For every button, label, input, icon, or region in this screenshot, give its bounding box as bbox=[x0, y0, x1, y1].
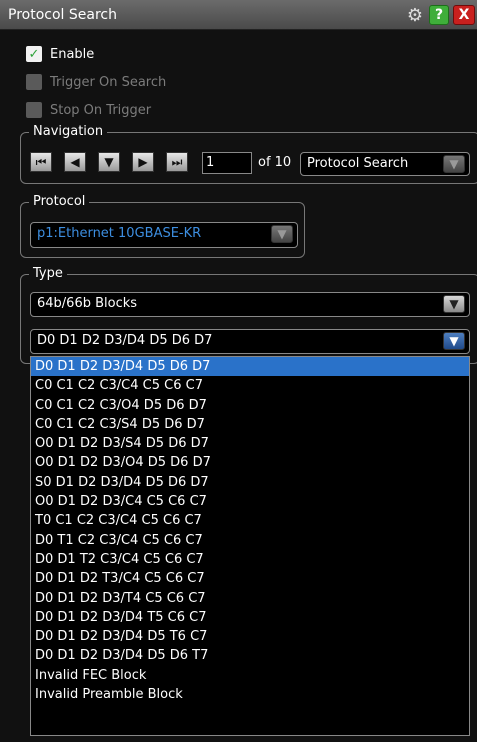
dropdown-option[interactable]: O0 D1 D2 D3/C4 C5 C6 C7 bbox=[31, 492, 469, 511]
close-button[interactable]: X bbox=[453, 5, 475, 25]
type-value: 64b/66b Blocks bbox=[37, 296, 138, 311]
help-button[interactable]: ? bbox=[429, 5, 449, 25]
stop-on-trigger-row[interactable]: Stop On Trigger bbox=[26, 100, 151, 120]
type-select[interactable]: 64b/66b Blocks ▼ bbox=[30, 292, 470, 317]
dropdown-option[interactable]: Invalid Preamble Block bbox=[31, 685, 469, 704]
dropdown-option[interactable]: D0 D1 D2 D3/D4 D5 T6 C7 bbox=[31, 627, 469, 646]
dropdown-option[interactable]: D0 D1 T2 C3/C4 C5 C6 C7 bbox=[31, 550, 469, 569]
navigation-mode-select[interactable]: Protocol Search ▼ bbox=[300, 152, 470, 176]
navigation-index-input[interactable]: 1 bbox=[202, 152, 252, 174]
block-dropdown-list[interactable]: D0 D1 D2 D3/D4 D5 D6 D7 C0 C1 C2 C3/C4 C… bbox=[30, 356, 470, 736]
dropdown-option[interactable]: Invalid FEC Block bbox=[31, 666, 469, 685]
chevron-down-icon[interactable]: ▼ bbox=[443, 295, 465, 313]
next-button[interactable]: ▶ bbox=[132, 152, 154, 172]
stop-on-trigger-checkbox[interactable] bbox=[26, 102, 42, 118]
window-title: Protocol Search bbox=[8, 7, 117, 23]
first-button[interactable]: ⏮ bbox=[30, 152, 52, 172]
chevron-down-icon[interactable]: ▼ bbox=[271, 225, 293, 243]
navigation-mode-value: Protocol Search bbox=[307, 156, 409, 171]
dropdown-option[interactable]: T0 C1 C2 C3/C4 C5 C6 C7 bbox=[31, 511, 469, 530]
dropdown-option[interactable]: O0 D1 D2 D3/O4 D5 D6 D7 bbox=[31, 453, 469, 472]
navigation-count-label: of 10 bbox=[258, 155, 292, 170]
enable-checkbox-row[interactable]: ✓ Enable bbox=[26, 44, 94, 64]
previous-button[interactable]: ◀ bbox=[64, 152, 86, 172]
protocol-value: p1:Ethernet 10GBASE-KR bbox=[37, 226, 202, 241]
block-select[interactable]: D0 D1 D2 D3/D4 D5 D6 D7 ▼ bbox=[30, 329, 470, 354]
navigation-title: Navigation bbox=[29, 124, 108, 140]
dropdown-option[interactable]: S0 D1 D2 D3/D4 D5 D6 D7 bbox=[31, 473, 469, 492]
dropdown-option[interactable]: D0 D1 D2 D3/D4 D5 D6 T7 bbox=[31, 646, 469, 665]
dropdown-option[interactable]: D0 D1 D2 T3/C4 C5 C6 C7 bbox=[31, 569, 469, 588]
chevron-down-icon[interactable]: ▼ bbox=[443, 155, 465, 173]
gear-icon[interactable]: ⚙ bbox=[405, 5, 425, 26]
dropdown-option[interactable]: D0 T1 C2 C3/C4 C5 C6 C7 bbox=[31, 531, 469, 550]
trigger-on-search-checkbox[interactable] bbox=[26, 74, 42, 90]
trigger-on-search-row[interactable]: Trigger On Search bbox=[26, 72, 166, 92]
dropdown-option[interactable]: C0 C1 C2 C3/C4 C5 C6 C7 bbox=[31, 376, 469, 395]
dropdown-option[interactable]: C0 C1 C2 C3/O4 D5 D6 D7 bbox=[31, 396, 469, 415]
enable-checkbox[interactable]: ✓ bbox=[26, 46, 42, 62]
chevron-down-icon[interactable]: ▼ bbox=[443, 332, 465, 350]
enable-label: Enable bbox=[50, 46, 95, 62]
protocol-select[interactable]: p1:Ethernet 10GBASE-KR ▼ bbox=[30, 222, 298, 248]
block-value: D0 D1 D2 D3/D4 D5 D6 D7 bbox=[37, 333, 213, 348]
down-button[interactable]: ▼ bbox=[98, 152, 120, 172]
dropdown-option[interactable]: C0 C1 C2 C3/S4 D5 D6 D7 bbox=[31, 415, 469, 434]
dropdown-option[interactable]: O0 D1 D2 D3/S4 D5 D6 D7 bbox=[31, 434, 469, 453]
last-button[interactable]: ⏭ bbox=[166, 152, 188, 172]
title-bar: Protocol Search ⚙ ? X bbox=[0, 0, 477, 30]
stop-on-trigger-label: Stop On Trigger bbox=[50, 102, 152, 118]
dropdown-option[interactable]: D0 D1 D2 D3/T4 C5 C6 C7 bbox=[31, 589, 469, 608]
dropdown-option[interactable]: D0 D1 D2 D3/D4 D5 D6 D7 bbox=[31, 357, 469, 377]
dropdown-option[interactable]: D0 D1 D2 D3/D4 T5 C6 C7 bbox=[31, 608, 469, 627]
type-title: Type bbox=[29, 266, 67, 282]
protocol-title: Protocol bbox=[29, 194, 90, 210]
trigger-on-search-label: Trigger On Search bbox=[50, 74, 167, 90]
